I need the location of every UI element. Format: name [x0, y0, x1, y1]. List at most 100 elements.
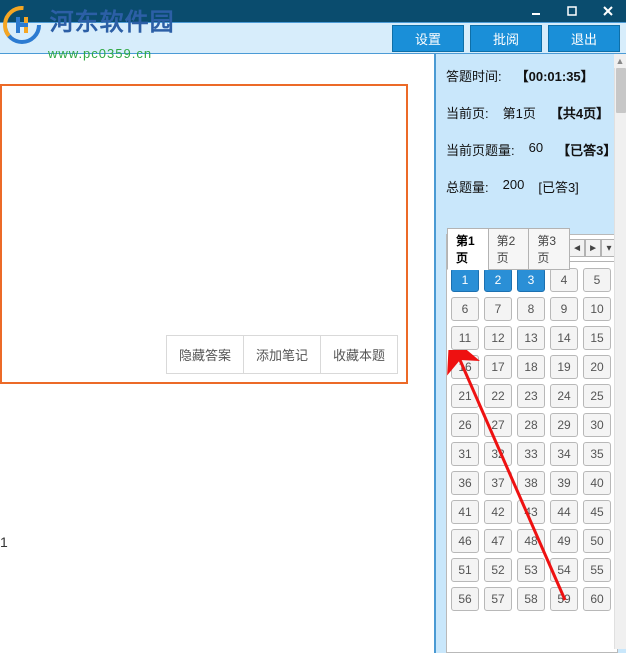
question-number-23[interactable]: 23 — [517, 384, 545, 408]
question-number-50[interactable]: 50 — [583, 529, 611, 553]
question-number-14[interactable]: 14 — [550, 326, 578, 350]
page-count-label: 当前页题量: — [446, 140, 515, 159]
right-panel: 答题时间: 【00:01:35】 当前页: 第1页 【共4页】 当前页题量: 6… — [434, 54, 626, 653]
question-number-34[interactable]: 34 — [550, 442, 578, 466]
total-answered: [已答3] — [538, 177, 578, 196]
question-number-19[interactable]: 19 — [550, 355, 578, 379]
question-number-6[interactable]: 6 — [451, 297, 479, 321]
scroll-up-icon[interactable]: ▲ — [614, 54, 626, 68]
total-label: 总题量: — [446, 177, 489, 196]
question-number-59[interactable]: 59 — [550, 587, 578, 611]
question-number-31[interactable]: 31 — [451, 442, 479, 466]
question-number-45[interactable]: 45 — [583, 500, 611, 524]
question-number-25[interactable]: 25 — [583, 384, 611, 408]
question-number-22[interactable]: 22 — [484, 384, 512, 408]
maximize-button[interactable] — [554, 0, 590, 22]
scrollbar-track[interactable] — [614, 68, 626, 649]
question-number-3[interactable]: 3 — [517, 268, 545, 292]
tab-scroll-controls: ◄ ► ▾ — [569, 239, 617, 257]
review-button[interactable]: 批阅 — [470, 25, 542, 52]
question-number-9[interactable]: 9 — [550, 297, 578, 321]
favorite-button[interactable]: 收藏本题 — [320, 336, 397, 373]
question-number-51[interactable]: 51 — [451, 558, 479, 582]
question-number-52[interactable]: 52 — [484, 558, 512, 582]
page-total: 【共4页】 — [550, 103, 609, 122]
minimize-button[interactable] — [518, 0, 554, 22]
question-number-21[interactable]: 21 — [451, 384, 479, 408]
question-number-1[interactable]: 1 — [451, 268, 479, 292]
exit-button[interactable]: 退出 — [548, 25, 620, 52]
question-number-13[interactable]: 13 — [517, 326, 545, 350]
question-number-2[interactable]: 2 — [484, 268, 512, 292]
minimize-icon — [530, 5, 542, 17]
question-number-20[interactable]: 20 — [583, 355, 611, 379]
question-number-40[interactable]: 40 — [583, 471, 611, 495]
question-number-36[interactable]: 36 — [451, 471, 479, 495]
question-number-43[interactable]: 43 — [517, 500, 545, 524]
question-number-58[interactable]: 58 — [517, 587, 545, 611]
question-number-49[interactable]: 49 — [550, 529, 578, 553]
question-number-28[interactable]: 28 — [517, 413, 545, 437]
question-number-42[interactable]: 42 — [484, 500, 512, 524]
question-number-24[interactable]: 24 — [550, 384, 578, 408]
stray-text: 1 — [0, 534, 8, 550]
question-number-44[interactable]: 44 — [550, 500, 578, 524]
time-value: 【00:01:35】 — [516, 66, 594, 85]
toolbar: 设置 批阅 退出 — [0, 22, 626, 54]
question-number-57[interactable]: 57 — [484, 587, 512, 611]
question-number-37[interactable]: 37 — [484, 471, 512, 495]
question-number-27[interactable]: 27 — [484, 413, 512, 437]
question-number-56[interactable]: 56 — [451, 587, 479, 611]
question-number-grid: 1234567891011121314151617181920212223242… — [447, 261, 617, 617]
question-number-12[interactable]: 12 — [484, 326, 512, 350]
page-tabs: 第1页 第2页 第3页 ◄ ► ▾ — [447, 235, 617, 261]
question-actions: 隐藏答案 添加笔记 收藏本题 — [166, 335, 398, 374]
tab-prev-button[interactable]: ◄ — [569, 239, 585, 257]
question-number-53[interactable]: 53 — [517, 558, 545, 582]
question-number-55[interactable]: 55 — [583, 558, 611, 582]
hide-answer-button[interactable]: 隐藏答案 — [167, 336, 243, 373]
page-label: 当前页: — [446, 103, 489, 122]
question-number-16[interactable]: 16 — [451, 355, 479, 379]
question-number-11[interactable]: 11 — [451, 326, 479, 350]
tab-page-3[interactable]: 第3页 — [528, 228, 570, 270]
question-number-48[interactable]: 48 — [517, 529, 545, 553]
question-number-33[interactable]: 33 — [517, 442, 545, 466]
close-icon — [602, 5, 614, 17]
vertical-scrollbar[interactable]: ▲ — [614, 54, 626, 649]
stat-page: 当前页: 第1页 【共4页】 — [446, 103, 618, 122]
question-number-30[interactable]: 30 — [583, 413, 611, 437]
content-area: 隐藏答案 添加笔记 收藏本题 1 显示答案 添加笔记 收藏本题 答题时间: 【0… — [0, 54, 626, 653]
question-navigator: 第1页 第2页 第3页 ◄ ► ▾ 1234567891011121314151… — [446, 234, 618, 653]
question-number-7[interactable]: 7 — [484, 297, 512, 321]
question-number-32[interactable]: 32 — [484, 442, 512, 466]
question-number-60[interactable]: 60 — [583, 587, 611, 611]
question-number-38[interactable]: 38 — [517, 471, 545, 495]
question-number-54[interactable]: 54 — [550, 558, 578, 582]
scrollbar-thumb[interactable] — [616, 68, 626, 113]
question-number-5[interactable]: 5 — [583, 268, 611, 292]
add-note-button[interactable]: 添加笔记 — [243, 336, 320, 373]
question-number-47[interactable]: 47 — [484, 529, 512, 553]
stat-page-count: 当前页题量: 60 【已答3】 — [446, 140, 618, 159]
tab-next-button[interactable]: ► — [585, 239, 601, 257]
question-number-39[interactable]: 39 — [550, 471, 578, 495]
question-number-46[interactable]: 46 — [451, 529, 479, 553]
question-number-8[interactable]: 8 — [517, 297, 545, 321]
question-number-29[interactable]: 29 — [550, 413, 578, 437]
question-number-35[interactable]: 35 — [583, 442, 611, 466]
tab-page-1[interactable]: 第1页 — [447, 228, 489, 270]
question-number-17[interactable]: 17 — [484, 355, 512, 379]
time-label: 答题时间: — [446, 66, 502, 85]
tab-page-2[interactable]: 第2页 — [488, 228, 530, 270]
question-number-26[interactable]: 26 — [451, 413, 479, 437]
question-number-18[interactable]: 18 — [517, 355, 545, 379]
settings-button[interactable]: 设置 — [392, 25, 464, 52]
close-button[interactable] — [590, 0, 626, 22]
left-column: 隐藏答案 添加笔记 收藏本题 1 显示答案 添加笔记 收藏本题 — [0, 54, 420, 653]
question-number-15[interactable]: 15 — [583, 326, 611, 350]
question-number-4[interactable]: 4 — [550, 268, 578, 292]
question-number-10[interactable]: 10 — [583, 297, 611, 321]
question-number-41[interactable]: 41 — [451, 500, 479, 524]
titlebar — [0, 0, 626, 22]
